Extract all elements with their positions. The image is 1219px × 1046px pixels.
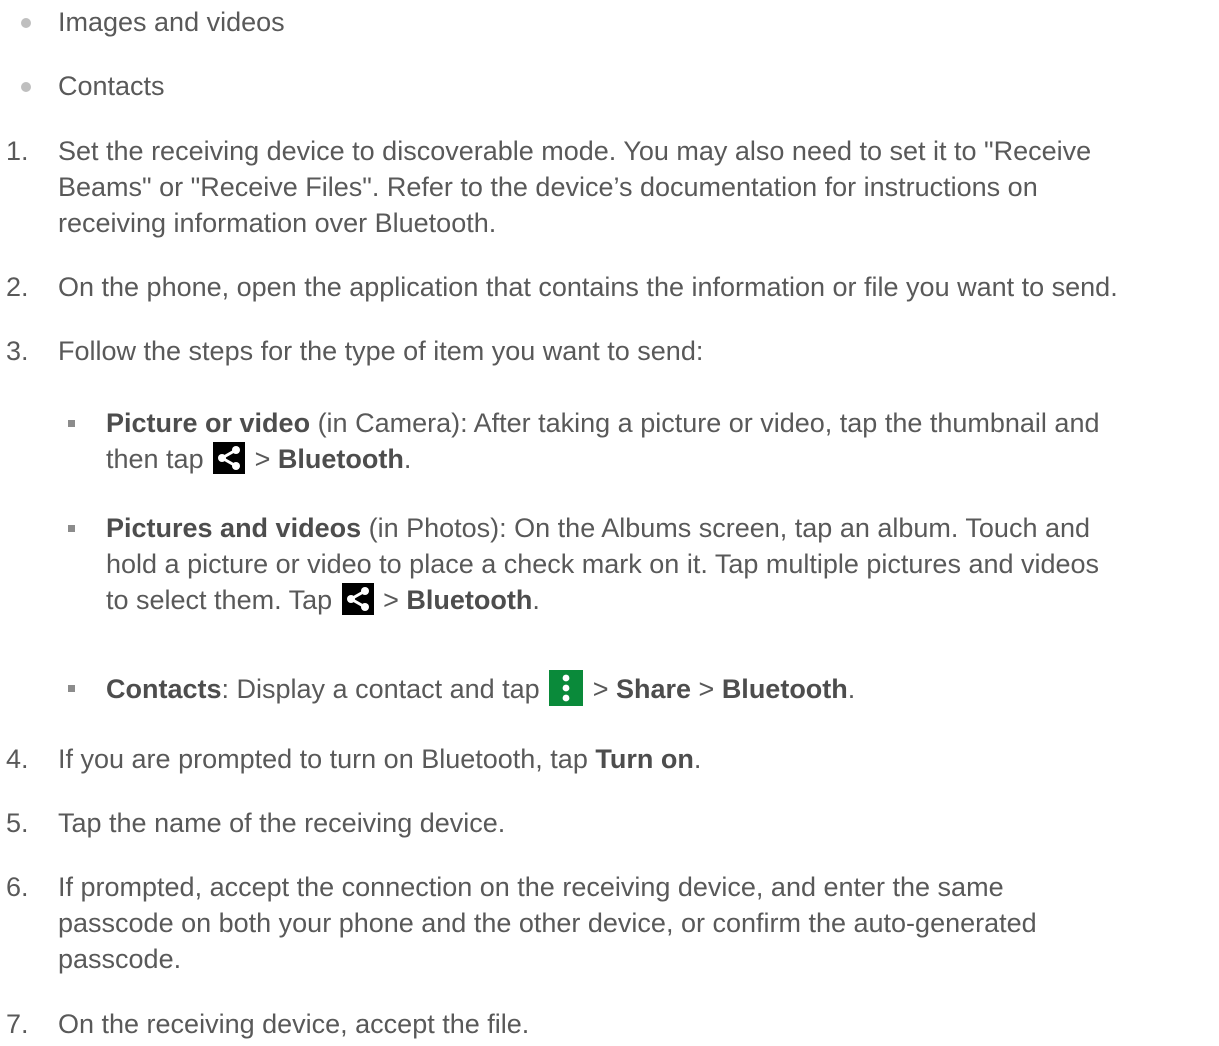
step-text: On the receiving device, accept the file…	[58, 1009, 530, 1039]
step-number: 6.	[6, 872, 29, 902]
share-icon	[341, 583, 374, 615]
substep-text-part: >	[247, 444, 278, 474]
substep-text-part: >	[585, 674, 616, 704]
substep-text-part: .	[847, 674, 856, 704]
bullet-dot	[21, 82, 31, 92]
substep-text-part: (in Photos): On the Albums screen, tap a…	[361, 513, 1091, 543]
substep-text-part: then tap	[106, 444, 212, 474]
substep-item: Picture or video (in Camera): After taki…	[0, 405, 1219, 481]
step-item: 7. On the receiving device, accept the f…	[0, 1006, 1219, 1042]
square-bullet	[68, 420, 75, 427]
step-item: 6. If prompted, accept the connection on…	[0, 869, 1219, 979]
share-icon	[213, 442, 246, 474]
turn-on-label: Turn on	[595, 744, 694, 774]
step-item: 3. Follow the steps for the type of item…	[0, 333, 1219, 369]
step-number: 2.	[6, 272, 29, 302]
step-item: 1. Set the receiving device to discovera…	[0, 133, 1219, 243]
bullet-item: Images and videos	[0, 4, 1219, 40]
step-text: Tap the name of the receiving device.	[58, 808, 506, 838]
substep-text-part: to select them. Tap	[106, 585, 340, 615]
step-text-line: passcode.	[58, 944, 182, 974]
step-text: Follow the steps for the type of item yo…	[58, 336, 704, 366]
share-label: Share	[615, 674, 692, 704]
step-number: 7.	[6, 1009, 29, 1039]
step-item: 4. If you are prompted to turn on Blueto…	[0, 741, 1219, 777]
bluetooth-label: Bluetooth	[721, 674, 848, 704]
step-text: On the phone, open the application that …	[58, 272, 1118, 302]
bullet-text: Images and videos	[58, 7, 285, 37]
substep-text-part: .	[532, 585, 540, 615]
square-bullet	[68, 525, 75, 532]
step-item: 2. On the phone, open the application th…	[0, 269, 1219, 305]
substep-item: Pictures and videos (in Photos): On the …	[0, 510, 1219, 622]
substep-text-part: >	[691, 674, 722, 704]
bullet-text: Contacts	[58, 71, 165, 101]
document-page: Images and videos Contacts 1. Set the re…	[0, 0, 1219, 1046]
substep-text: Picture or video (in Camera): After taki…	[106, 405, 1205, 477]
substep-text-part: >	[375, 585, 407, 615]
substep-text-part: .	[403, 444, 412, 474]
step-item: 5. Tap the name of the receiving device.	[0, 805, 1219, 841]
step-number: 1.	[6, 136, 29, 166]
substep-text: Contacts: Display a contact and tap > Sh…	[106, 670, 1205, 707]
step-text-part: If you are prompted to turn on Bluetooth…	[58, 744, 596, 774]
step-number: 4.	[6, 744, 29, 774]
step-text-line: If prompted, accept the connection on th…	[58, 872, 1004, 902]
substep-text-part: hold a picture or video to place a check…	[106, 549, 1100, 579]
bluetooth-label: Bluetooth	[277, 444, 404, 474]
step-text-line: Set the receiving device to discoverable…	[58, 136, 1092, 166]
step-number: 5.	[6, 808, 29, 838]
step-text-part: .	[693, 744, 702, 774]
substep-title: Picture or video	[106, 408, 311, 438]
bullet-item: Contacts	[0, 68, 1219, 104]
square-bullet	[68, 685, 75, 692]
step-text: Set the receiving device to discoverable…	[58, 133, 1211, 241]
substep-item: Contacts: Display a contact and tap > Sh…	[0, 670, 1219, 710]
substep-title: Contacts	[106, 674, 222, 704]
substep-text: Pictures and videos (in Photos): On the …	[106, 510, 1205, 618]
substep-title: Pictures and videos	[106, 513, 362, 543]
substep-text-part: (in Camera): After taking a picture or v…	[310, 408, 1100, 438]
step-text-line: passcode on both your phone and the othe…	[58, 908, 1037, 938]
bullet-dot	[21, 18, 31, 28]
more-vert-icon	[549, 670, 584, 706]
bluetooth-label: Bluetooth	[406, 585, 533, 615]
substep-text-part: : Display a contact and tap	[221, 674, 548, 704]
step-text-line: Beams" or "Receive Files". Refer to the …	[58, 172, 1038, 202]
step-text: If you are prompted to turn on Bluetooth…	[58, 741, 1211, 777]
step-text-line: receiving information over Bluetooth.	[58, 208, 497, 238]
step-text: If prompted, accept the connection on th…	[58, 869, 1211, 977]
step-number: 3.	[6, 336, 29, 366]
